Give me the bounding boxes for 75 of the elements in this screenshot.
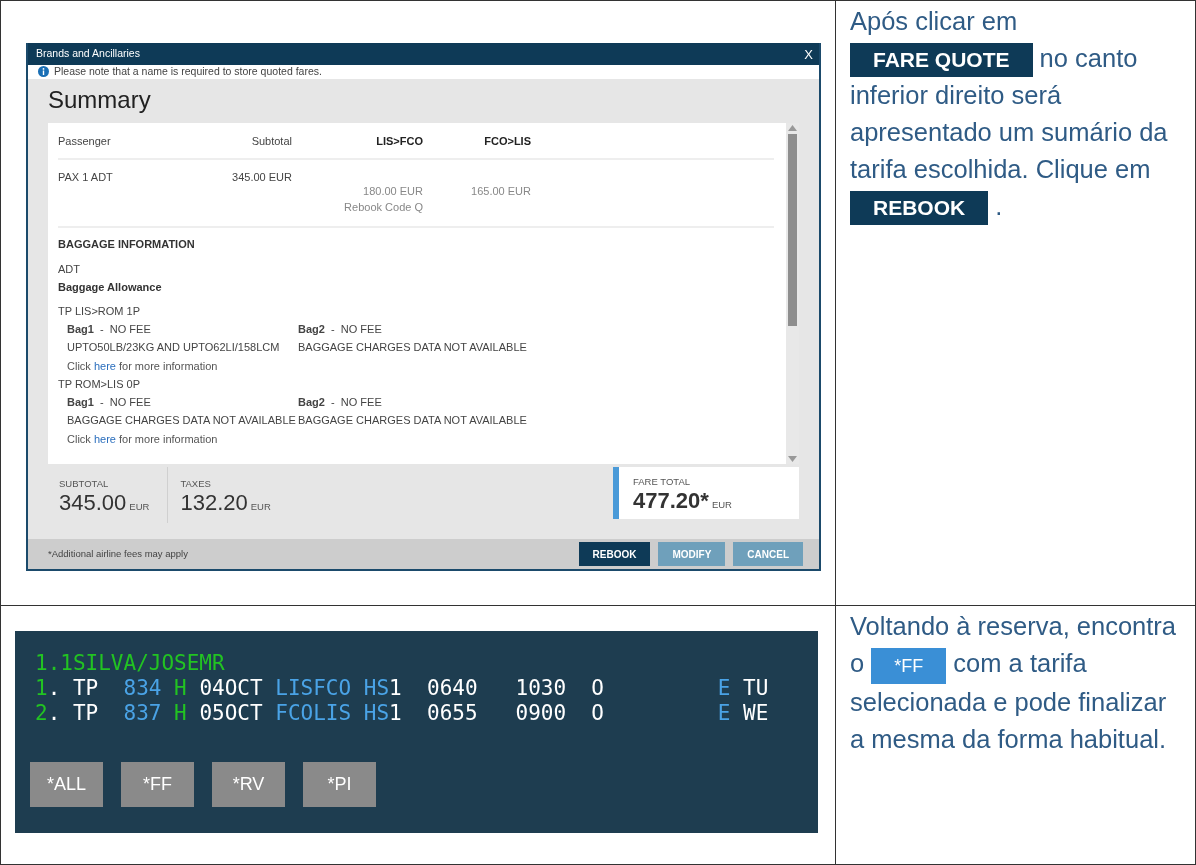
terminal-text: WE [742, 701, 769, 725]
terminal-text: FCOLIS HS [275, 701, 390, 725]
bag-detail: BAGGAGE CHARGES DATA NOT AVAILABLE [298, 413, 528, 428]
bag-detail: UPTO50LB/23KG AND UPTO62LI/158LCM [67, 340, 281, 355]
terminal-text: E [717, 701, 731, 725]
terminal-text: E [717, 676, 731, 700]
fare-value: 165.00 EUR [470, 183, 531, 199]
currency-label: EUR [711, 499, 732, 511]
bag-fee: Bag2 - NO FEE [298, 322, 383, 337]
column-header: LIS>FCO [375, 134, 423, 149]
allowance-title: Baggage Allowance [58, 280, 163, 295]
info-sentence: Click here for more information [66, 359, 219, 374]
info-sentence: Click here for more information [66, 432, 219, 447]
terminal-text: TU [742, 676, 769, 700]
total-label: FARE TOTAL [633, 475, 692, 489]
total-amount: 345.00 [59, 490, 127, 516]
button-image: FARE QUOTE [850, 43, 1033, 77]
total-amount: 477.20* [633, 488, 709, 514]
total-label: SUBTOTAL [59, 477, 110, 491]
passenger-name: PAX 1 ADT [58, 169, 114, 185]
window-title: Brands and Ancillaries [36, 46, 140, 62]
terminal-text: 04OCT [198, 676, 264, 700]
subtotal-value: 345.00 EUR [231, 169, 292, 185]
total-label: TAXES [180, 477, 212, 491]
command-button[interactable]: *RV [212, 762, 285, 807]
section-title: BAGGAGE INFORMATION [58, 236, 196, 252]
command-button[interactable]: *PI [303, 762, 376, 807]
passenger-type: ADT [58, 262, 81, 277]
command-button[interactable]: *FF [121, 762, 194, 807]
terminal-text: 1 0640 1030 O [389, 676, 605, 700]
close-button[interactable]: X [804, 47, 813, 61]
terminal-text: 1 [35, 676, 48, 700]
info-link[interactable]: here [93, 360, 116, 372]
terminal-text: H [173, 701, 187, 725]
total-amount: 132.20 [180, 490, 248, 516]
button-image: *FF [871, 648, 947, 684]
column-header: Passenger [58, 134, 112, 149]
button-image: REBOOK [850, 191, 989, 225]
command-button[interactable]: *ALL [30, 762, 103, 807]
terminal-text: LISFCO HS [275, 676, 390, 700]
instruction-text: Após clicar em FARE QUOTE no canto inferior direito será apresentado um sumário da tarifa escolhida. Clique em REBOOK . [836, 1, 1195, 225]
bag-fee: Bag1 - NO FEE [67, 395, 152, 410]
bag-detail: BAGGAGE CHARGES DATA NOT AVAILABLE [298, 340, 528, 355]
footnote: *Additional airline fees may apply [48, 546, 188, 561]
terminal-text: 837 [123, 701, 162, 725]
terminal-text: 2 [35, 701, 48, 725]
summary-heading: Summary [47, 85, 152, 115]
dialog-button[interactable]: MODIFY [658, 542, 726, 566]
route-label: TP ROM>LIS 0P [58, 377, 142, 392]
column-header: FCO>LIS [483, 134, 531, 149]
terminal-text: 05OCT [198, 701, 264, 725]
currency-label: EUR [250, 501, 271, 513]
route-label: TP LIS>ROM 1P [58, 304, 142, 319]
terminal-text: H [173, 676, 187, 700]
scroll-up-icon[interactable] [788, 125, 797, 131]
terminal-text: . TP [47, 701, 100, 725]
bag-fee: Bag2 - NO FEE [298, 395, 383, 410]
fare-value: 180.00 EUR [362, 183, 423, 199]
scroll-thumb[interactable] [788, 134, 797, 326]
rebook-code: Rebook Code Q [343, 200, 423, 215]
terminal-text: 1 0655 0900 O [389, 701, 605, 725]
scroll-down-icon[interactable] [788, 456, 797, 462]
bag-fee: Bag1 - NO FEE [67, 322, 152, 337]
currency-label: EUR [129, 501, 150, 513]
bag-detail: BAGGAGE CHARGES DATA NOT AVAILABLE [67, 413, 297, 428]
scrollbar[interactable] [786, 123, 799, 464]
instruction-text: Voltando à reserva, encontra o *FF com a tarifa selecionada e pode finalizar a mesma da forma habitual. [849, 611, 1178, 755]
column-header: Subtotal [250, 134, 292, 149]
rebook-button[interactable]: REBOOK [578, 542, 651, 566]
terminal-text: 834 [123, 676, 162, 700]
terminal-text: 1.1SILVA/JOSEMR [35, 651, 225, 675]
terminal-text: . TP [47, 676, 100, 700]
dialog-button[interactable]: CANCEL [733, 542, 803, 566]
notice-text: Please note that a name is required to store quoted fares. [54, 65, 322, 78]
info-link[interactable]: here [93, 433, 116, 445]
